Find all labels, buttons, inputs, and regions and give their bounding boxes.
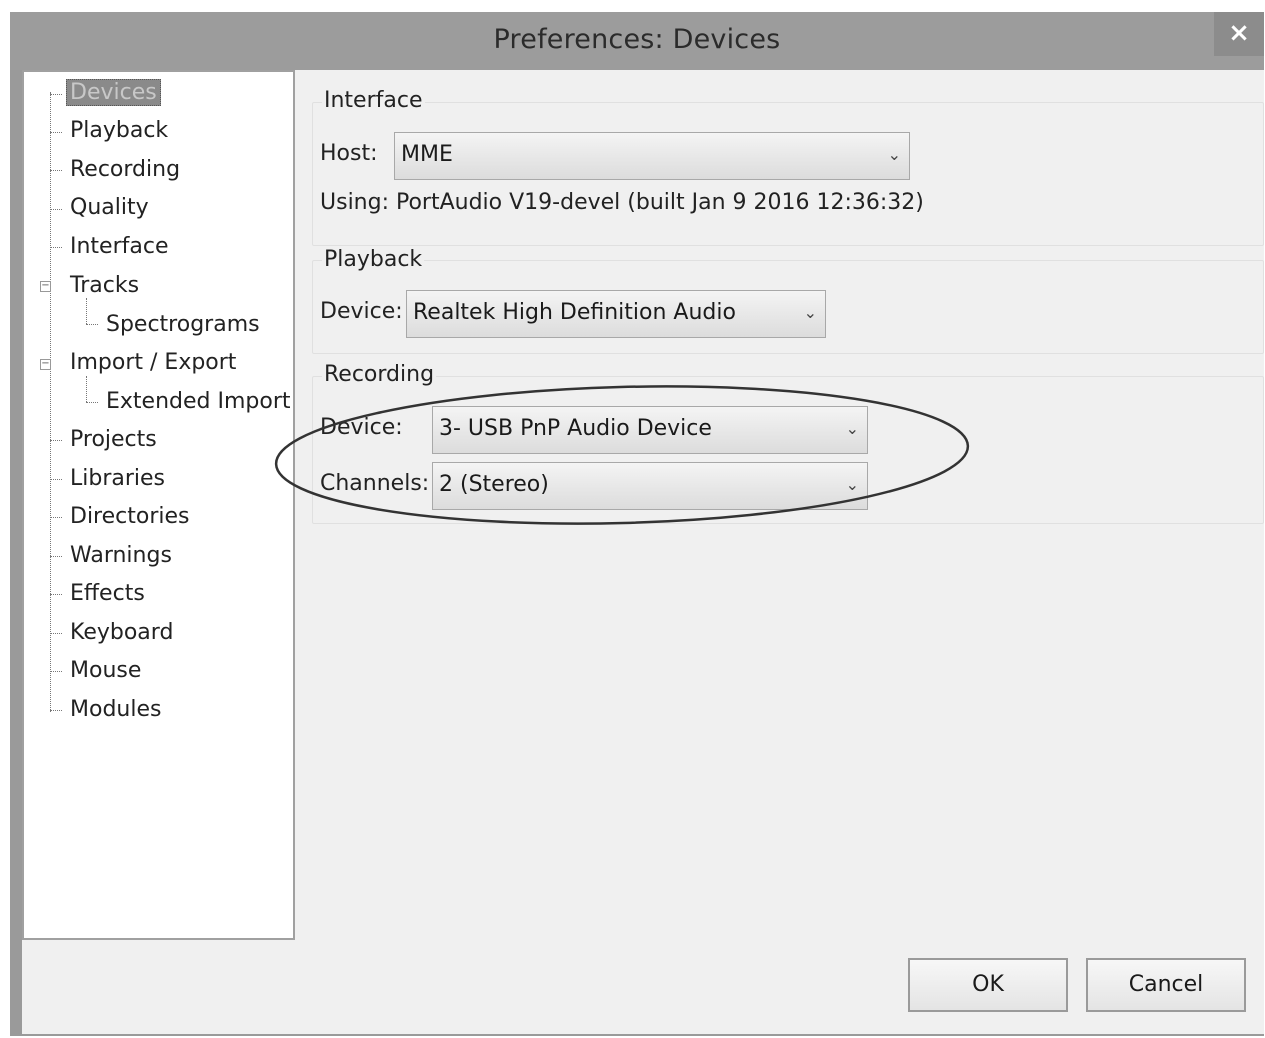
cancel-button[interactable]: Cancel — [1086, 958, 1246, 1012]
tree-item-playback[interactable]: Playback — [70, 116, 168, 146]
tree-item-libraries[interactable]: Libraries — [70, 464, 165, 494]
tree-connector — [50, 517, 62, 518]
host-select[interactable]: MME ⌄ — [394, 132, 910, 180]
playback-group-label: Playback — [322, 247, 425, 272]
interface-group-label: Interface — [322, 88, 425, 113]
tree-connector — [50, 479, 62, 480]
tree-item-projects[interactable]: Projects — [70, 425, 157, 455]
tree-connector — [86, 324, 98, 325]
tree-item-keyboard[interactable]: Keyboard — [70, 618, 173, 648]
tree-item-label: Interface — [70, 234, 169, 259]
tree-connector — [50, 247, 62, 248]
tree-item-label: Keyboard — [70, 620, 174, 645]
tree-connector — [50, 132, 62, 133]
recording-device-select[interactable]: 3- USB PnP Audio Device ⌄ — [432, 406, 868, 454]
tree-item-extended-import[interactable]: Extended Import — [106, 387, 291, 417]
tree-item-label: Recording — [70, 157, 181, 182]
tree-connector — [50, 556, 62, 557]
window-title: Preferences: Devices — [493, 24, 781, 55]
tree-item-label: Warnings — [70, 543, 172, 568]
dialog-client-area: Devices Playback Recording Quality Inter… — [22, 70, 1264, 1034]
tree-connector — [86, 376, 87, 402]
tree-connector — [50, 94, 62, 95]
tree-connector — [50, 209, 62, 210]
portaudio-info: Using: PortAudio V19-devel (built Jan 9 … — [320, 190, 924, 215]
channels-value: 2 (Stereo) — [439, 472, 549, 497]
tree-item-label: Extended Import — [106, 389, 291, 414]
chevron-down-icon: ⌄ — [845, 419, 859, 438]
tree-item-label: Directories — [70, 504, 190, 529]
channels-select[interactable]: 2 (Stereo) ⌄ — [432, 462, 868, 510]
tree-item-quality[interactable]: Quality — [70, 193, 149, 223]
playback-device-value: Realtek High Definition Audio — [413, 300, 736, 325]
tree-item-effects[interactable]: Effects — [70, 579, 145, 609]
tree-connector — [50, 594, 62, 595]
tree-item-label: Projects — [70, 427, 157, 452]
host-select-value: MME — [401, 142, 453, 167]
tree-item-tracks[interactable]: Tracks — [70, 271, 139, 301]
tree-item-label: Quality — [70, 195, 149, 220]
tree-connector — [50, 440, 62, 441]
tree-item-label: Effects — [70, 581, 145, 606]
tree-item-mouse[interactable]: Mouse — [70, 656, 141, 686]
recording-device-label: Device: — [320, 415, 403, 440]
tree-item-spectrograms[interactable]: Spectrograms — [106, 310, 260, 340]
tree-item-label: Spectrograms — [106, 312, 260, 337]
close-icon: × — [1228, 18, 1250, 48]
tree-item-modules[interactable]: Modules — [70, 695, 161, 725]
tree-item-label: Libraries — [70, 466, 166, 491]
tree-connector — [50, 633, 62, 634]
chevron-down-icon: ⌄ — [887, 145, 901, 164]
tree-item-label: Devices — [66, 79, 161, 106]
playback-device-select[interactable]: Realtek High Definition Audio ⌄ — [406, 290, 826, 338]
host-label: Host: — [320, 141, 378, 166]
close-button[interactable]: × — [1214, 12, 1264, 56]
tree-item-label: Tracks — [70, 273, 140, 298]
category-tree[interactable]: Devices Playback Recording Quality Inter… — [22, 70, 295, 940]
tree-item-label: Playback — [70, 118, 169, 143]
tree-item-recording[interactable]: Recording — [70, 155, 180, 185]
tree-connector — [50, 671, 62, 672]
tree-connector — [50, 92, 51, 712]
tree-connector — [86, 402, 98, 403]
tree-item-label: Import / Export — [70, 350, 237, 375]
ok-button[interactable]: OK — [908, 958, 1068, 1012]
tree-connector — [50, 170, 62, 171]
chevron-down-icon: ⌄ — [845, 475, 859, 494]
tree-item-label: Modules — [70, 697, 162, 722]
tree-item-import-export[interactable]: Import / Export — [70, 348, 236, 378]
recording-device-value: 3- USB PnP Audio Device — [439, 416, 712, 441]
collapse-icon[interactable]: − — [40, 281, 51, 292]
tree-connector — [86, 298, 87, 324]
collapse-icon[interactable]: − — [40, 359, 51, 370]
tree-item-devices[interactable]: Devices — [66, 78, 161, 108]
recording-group-label: Recording — [322, 362, 437, 387]
chevron-down-icon: ⌄ — [803, 303, 817, 322]
tree-connector — [50, 710, 62, 711]
tree-item-directories[interactable]: Directories — [70, 502, 190, 532]
preferences-dialog: Preferences: Devices × Devices Playback … — [10, 12, 1264, 1036]
tree-item-warnings[interactable]: Warnings — [70, 541, 172, 571]
tree-item-label: Mouse — [70, 658, 142, 683]
channels-label: Channels: — [320, 471, 430, 496]
title-bar[interactable]: Preferences: Devices × — [10, 12, 1264, 70]
playback-device-label: Device: — [320, 299, 403, 324]
tree-item-interface[interactable]: Interface — [70, 232, 169, 262]
